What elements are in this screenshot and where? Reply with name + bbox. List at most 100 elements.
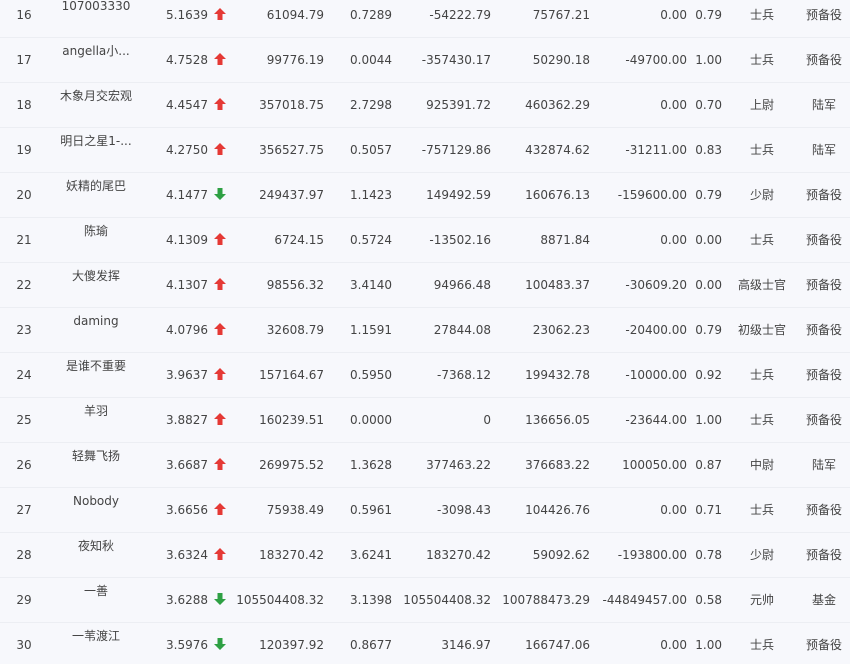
name-cell[interactable]: daming	[46, 313, 146, 337]
value-e-cell: -30609.20	[625, 278, 687, 292]
value-a-cell: 32608.79	[266, 323, 324, 337]
value-e-cell: -31211.00	[625, 143, 687, 157]
score-cell: 3.8827	[166, 413, 208, 427]
table-row[interactable]: 24 是谁不重要 3.9637 157164.67 0.5950 -7368.12 1994…	[0, 353, 850, 398]
arrow-up-icon	[213, 38, 227, 83]
value-c-cell: -7368.12	[437, 368, 491, 382]
value-c-cell: 183270.42	[426, 548, 491, 562]
value-d-cell: 376683.22	[525, 458, 590, 472]
value-f-cell: 1.00	[695, 53, 722, 67]
value-f-cell: 1.00	[695, 638, 722, 652]
table-row[interactable]: 29 一善 3.6288 105504408.32 3.1398 105504408.32…	[0, 578, 850, 623]
table-row[interactable]: 23 daming 4.0796 32608.79 1.1591 27844.08 2306…	[0, 308, 850, 353]
military-rank-cell: 士兵	[749, 233, 774, 247]
value-b-cell: 0.8677	[350, 638, 392, 652]
table-row[interactable]: 21 陈瑜 4.1309 6724.15 0.5724 -13502.16 8871.84 0…	[0, 218, 850, 263]
name-cell[interactable]: 大傻发挥	[46, 268, 146, 292]
value-b-cell: 3.6241	[350, 548, 392, 562]
name-cell[interactable]: 轻舞飞扬	[46, 448, 146, 472]
value-d-cell: 59092.62	[532, 548, 590, 562]
value-d-cell: 75767.21	[532, 8, 590, 22]
arrow-up-icon	[213, 218, 227, 263]
table-row[interactable]: 20 妖精的尾巴 4.1477 249437.97 1.1423 149492.59 160…	[0, 173, 850, 218]
value-f-cell: 0.92	[695, 368, 722, 382]
value-d-cell: 432874.62	[525, 143, 590, 157]
score-cell: 3.6687	[166, 458, 208, 472]
table-row[interactable]: 27 Nobody 3.6656 75938.49 0.5961 -3098.43 1044…	[0, 488, 850, 533]
value-e-cell: 0.00	[660, 503, 687, 517]
rank-cell: 19	[16, 143, 32, 157]
value-e-cell: -20400.00	[625, 323, 687, 337]
name-cell[interactable]: 妖精的尾巴	[46, 178, 146, 202]
name-cell[interactable]: 一善	[46, 583, 146, 607]
value-c-cell: -13502.16	[429, 233, 491, 247]
name-cell[interactable]: 是谁不重要	[46, 358, 146, 382]
rank-cell: 23	[16, 323, 32, 337]
value-c-cell: 27844.08	[433, 323, 491, 337]
value-e-cell: -193800.00	[617, 548, 687, 562]
value-b-cell: 1.1591	[350, 323, 392, 337]
value-b-cell: 3.1398	[350, 593, 392, 607]
rank-cell: 24	[16, 368, 32, 382]
value-b-cell: 0.5724	[350, 233, 392, 247]
name-cell[interactable]: Nobody	[46, 493, 146, 517]
table-row[interactable]: 30 一苇渡江 3.5976 120397.92 0.8677 3146.97 166747…	[0, 623, 850, 664]
name-cell[interactable]: 107003330	[46, 0, 146, 22]
name-cell[interactable]: 陈瑜	[46, 223, 146, 247]
rank-cell: 18	[16, 98, 32, 112]
score-cell: 3.6288	[166, 593, 208, 607]
value-f-cell: 0.71	[695, 503, 722, 517]
name-cell[interactable]: 明日之星1-...	[46, 133, 146, 157]
army-type-cell: 预备役	[805, 323, 842, 337]
arrow-up-icon	[213, 0, 227, 38]
arrow-down-icon	[213, 578, 227, 623]
name-cell[interactable]: angella小...	[46, 43, 146, 67]
ranking-table: 16 107003330 5.1639 61094.79 0.7289 -54222.79…	[0, 0, 850, 664]
name-cell[interactable]: 木象月交宏观	[46, 88, 146, 112]
value-a-cell: 356527.75	[259, 143, 324, 157]
value-c-cell: -3098.43	[437, 503, 491, 517]
value-b-cell: 0.5057	[350, 143, 392, 157]
score-cell: 4.1307	[166, 278, 208, 292]
rank-cell: 20	[16, 188, 32, 202]
table-row[interactable]: 17 angella小... 4.7528 99776.19 0.0044 -357430…	[0, 38, 850, 83]
score-cell: 4.4547	[166, 98, 208, 112]
arrow-down-icon	[213, 623, 227, 664]
value-d-cell: 100483.37	[525, 278, 590, 292]
value-b-cell: 0.0000	[350, 413, 392, 427]
table-row[interactable]: 25 羊羽 3.8827 160239.51 0.0000 0 136656.05 -2364…	[0, 398, 850, 443]
value-a-cell: 98556.32	[266, 278, 324, 292]
rank-cell: 25	[16, 413, 32, 427]
table-row[interactable]: 22 大傻发挥 4.1307 98556.32 3.4140 94966.48 100483…	[0, 263, 850, 308]
army-type-cell: 预备役	[805, 188, 842, 202]
table-row[interactable]: 18 木象月交宏观 4.4547 357018.75 2.7298 925391.72 46…	[0, 83, 850, 128]
value-f-cell: 0.79	[695, 188, 722, 202]
name-cell[interactable]: 羊羽	[46, 403, 146, 427]
military-rank-cell: 高级士官	[737, 278, 786, 292]
value-e-cell: 100050.00	[622, 458, 687, 472]
value-f-cell: 0.00	[695, 233, 722, 247]
value-a-cell: 357018.75	[259, 98, 324, 112]
value-d-cell: 199432.78	[525, 368, 590, 382]
name-cell[interactable]: 夜知秋	[46, 538, 146, 562]
value-d-cell: 166747.06	[525, 638, 590, 652]
arrow-up-icon	[213, 308, 227, 353]
value-e-cell: 0.00	[660, 98, 687, 112]
army-type-cell: 基金	[811, 593, 836, 607]
table-row[interactable]: 28 夜知秋 3.6324 183270.42 3.6241 183270.42 59092…	[0, 533, 850, 578]
table-row[interactable]: 26 轻舞飞扬 3.6687 269975.52 1.3628 377463.22 3766…	[0, 443, 850, 488]
table-row[interactable]: 16 107003330 5.1639 61094.79 0.7289 -54222.79…	[0, 0, 850, 38]
value-d-cell: 104426.76	[525, 503, 590, 517]
value-c-cell: 94966.48	[433, 278, 491, 292]
arrow-up-icon	[213, 488, 227, 533]
value-a-cell: 183270.42	[259, 548, 324, 562]
value-f-cell: 0.79	[695, 8, 722, 22]
military-rank-cell: 士兵	[749, 638, 774, 652]
arrow-up-icon	[213, 533, 227, 578]
army-type-cell: 预备役	[805, 413, 842, 427]
value-a-cell: 75938.49	[266, 503, 324, 517]
value-c-cell: 377463.22	[426, 458, 491, 472]
table-row[interactable]: 19 明日之星1-... 4.2750 356527.75 0.5057 -757129.…	[0, 128, 850, 173]
value-e-cell: -44849457.00	[602, 593, 688, 607]
name-cell[interactable]: 一苇渡江	[46, 628, 146, 652]
